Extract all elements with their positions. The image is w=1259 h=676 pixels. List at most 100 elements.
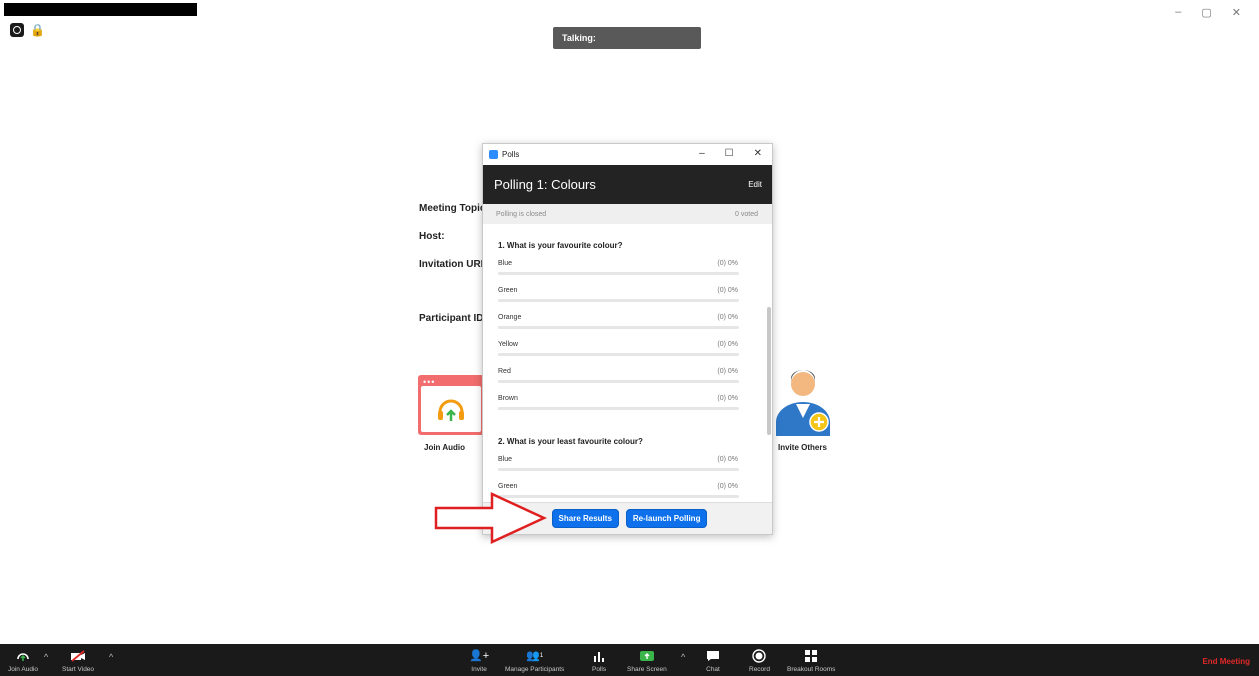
polls-minimize-button[interactable]: – bbox=[699, 148, 705, 159]
close-button[interactable]: ✕ bbox=[1232, 6, 1241, 19]
chat-icon bbox=[706, 648, 720, 663]
poll-question: 1. What is your favourite colour? bbox=[498, 241, 623, 250]
scrollbar-thumb[interactable] bbox=[767, 307, 771, 435]
poll-option-label: Yellow bbox=[498, 341, 518, 348]
talking-indicator: Talking: bbox=[553, 27, 701, 49]
poll-option-label: Blue bbox=[498, 456, 513, 463]
breakout-rooms-icon bbox=[805, 648, 818, 663]
poll-option-result: (0) 0% bbox=[717, 341, 738, 348]
participants-icon: 👥 1 bbox=[526, 650, 544, 662]
video-options-caret-icon[interactable]: ^ bbox=[109, 652, 113, 662]
join-audio-card-label: Join Audio bbox=[424, 443, 466, 452]
poll-option-result: (0) 0% bbox=[717, 260, 738, 267]
start-video-label: Start Video bbox=[62, 666, 95, 673]
poll-option: Blue (0) 0% bbox=[498, 454, 756, 481]
poll-option: Orange (0) 0% bbox=[498, 312, 756, 339]
poll-status: Polling is closed bbox=[496, 210, 547, 218]
lock-icon[interactable]: 🔒 bbox=[30, 23, 45, 37]
poll-option-bar bbox=[498, 407, 739, 410]
polls-window: Polls – ☐ ✕ Polling 1: Colours Edit Poll… bbox=[482, 143, 773, 535]
poll-option-bar bbox=[498, 468, 739, 471]
poll-header: Polling 1: Colours Edit bbox=[483, 165, 772, 204]
polls-label: Polls bbox=[592, 666, 607, 673]
polls-maximize-button[interactable]: ☐ bbox=[725, 148, 734, 159]
record-icon bbox=[752, 648, 767, 663]
voted-count: 0 voted bbox=[735, 210, 758, 218]
invite-label: Invite bbox=[471, 666, 487, 673]
chat-button[interactable]: Chat bbox=[706, 648, 720, 673]
join-audio-button[interactable]: Join Audio bbox=[8, 648, 38, 673]
invite-others-label: Invite Others bbox=[778, 443, 827, 452]
restore-button[interactable]: ▢ bbox=[1201, 6, 1211, 19]
poll-option-label: Orange bbox=[498, 314, 522, 321]
polls-close-button[interactable]: ✕ bbox=[754, 148, 762, 159]
chat-label: Chat bbox=[706, 666, 720, 673]
poll-option-label: Green bbox=[498, 483, 518, 490]
poll-option-bar bbox=[498, 353, 739, 356]
poll-option: Red (0) 0% bbox=[498, 366, 756, 393]
audio-options-caret-icon[interactable]: ^ bbox=[44, 652, 48, 662]
relaunch-polling-button[interactable]: Re-launch Polling bbox=[625, 509, 708, 528]
poll-status-bar: Polling is closed 0 voted bbox=[483, 204, 772, 224]
manage-participants-button[interactable]: 👥 1 Manage Participants bbox=[505, 648, 564, 673]
poll-option: Green (0) 0% bbox=[498, 285, 756, 312]
meeting-info-icon[interactable] bbox=[10, 23, 24, 37]
host-label: Host: bbox=[419, 231, 445, 242]
polls-title-bar: Polls – ☐ ✕ bbox=[483, 144, 772, 165]
manage-participants-label: Manage Participants bbox=[505, 666, 565, 673]
poll-option-label: Red bbox=[498, 368, 511, 375]
zoom-logo-icon bbox=[489, 150, 498, 159]
poll-option-result: (0) 0% bbox=[717, 287, 738, 294]
share-screen-icon bbox=[639, 648, 654, 663]
poll-question: 2. What is your least favourite colour? bbox=[498, 437, 643, 446]
polls-button[interactable]: Polls bbox=[592, 648, 606, 673]
invite-others-icon[interactable] bbox=[774, 370, 832, 438]
join-audio-label: Join Audio bbox=[8, 666, 38, 673]
participant-count: 1 bbox=[539, 652, 544, 659]
start-video-button[interactable]: Start Video bbox=[62, 648, 94, 673]
polls-window-title: Polls bbox=[502, 150, 520, 159]
poll-option-bar bbox=[498, 299, 739, 302]
meeting-toolbar: Join Audio ^ Start Video ^ 👤+ Invite 👥 1 … bbox=[0, 644, 1259, 676]
poll-option-bar bbox=[498, 272, 739, 275]
breakout-rooms-button[interactable]: Breakout Rooms bbox=[787, 648, 835, 673]
invitation-url-label: Invitation URL bbox=[419, 259, 487, 270]
redacted-title-bar bbox=[4, 3, 197, 16]
annotation-arrow bbox=[434, 492, 547, 544]
poll-option-result: (0) 0% bbox=[717, 456, 738, 463]
poll-option-result: (0) 0% bbox=[717, 314, 738, 321]
breakout-rooms-label: Breakout Rooms bbox=[787, 666, 836, 673]
headphones-icon bbox=[438, 399, 464, 421]
minimize-button[interactable]: – bbox=[1175, 6, 1181, 19]
invite-button[interactable]: 👤+ Invite bbox=[469, 648, 489, 673]
meeting-topic-label: Meeting Topic bbox=[419, 203, 486, 214]
end-meeting-button[interactable]: End Meeting bbox=[1202, 657, 1250, 666]
poll-option-result: (0) 0% bbox=[717, 395, 738, 402]
join-audio-card[interactable]: ••• bbox=[418, 375, 484, 435]
poll-option: Blue (0) 0% bbox=[498, 258, 756, 285]
poll-option-label: Brown bbox=[498, 395, 518, 402]
poll-results-scroll-area[interactable]: 1. What is your favourite colour? Blue (0)… bbox=[483, 224, 772, 502]
window-controls: – ▢ ✕ bbox=[1175, 6, 1241, 19]
meeting-info-icons: 🔒 bbox=[10, 23, 45, 37]
share-screen-label: Share Screen bbox=[627, 666, 667, 673]
poll-option-result: (0) 0% bbox=[717, 483, 738, 490]
share-screen-button[interactable]: Share Screen bbox=[627, 648, 667, 673]
poll-title: Polling 1: Colours bbox=[494, 177, 596, 192]
poll-option-bar bbox=[498, 326, 739, 329]
video-off-icon bbox=[70, 648, 86, 663]
poll-option: Brown (0) 0% bbox=[498, 393, 756, 420]
poll-option-bar bbox=[498, 380, 739, 383]
participant-id-label: Participant ID bbox=[419, 313, 484, 324]
share-options-caret-icon[interactable]: ^ bbox=[681, 652, 685, 662]
edit-link[interactable]: Edit bbox=[748, 180, 762, 189]
share-results-button[interactable]: Share Results bbox=[551, 509, 619, 528]
poll-option-label: Green bbox=[498, 287, 518, 294]
poll-option-result: (0) 0% bbox=[717, 368, 738, 375]
poll-option: Yellow (0) 0% bbox=[498, 339, 756, 366]
poll-option-label: Blue bbox=[498, 260, 513, 267]
record-label: Record bbox=[749, 666, 770, 673]
record-button[interactable]: Record bbox=[749, 648, 770, 673]
add-person-icon: 👤+ bbox=[469, 650, 490, 662]
bar-chart-icon bbox=[593, 648, 605, 663]
